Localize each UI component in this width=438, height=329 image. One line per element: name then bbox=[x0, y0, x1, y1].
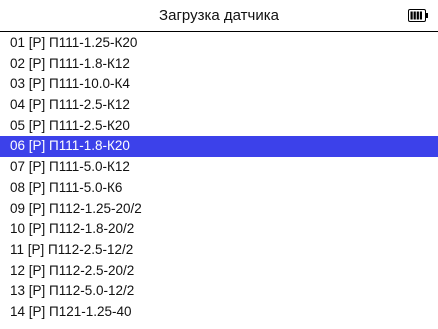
sensor-list: 01 [P] П111-1.25-К20 02 [P] П111-1.8-К12… bbox=[0, 33, 438, 323]
list-item[interactable]: 08 [P] П111-5.0-К6 bbox=[0, 178, 438, 199]
list-item[interactable]: 14 [P] П121-1.25-40 bbox=[0, 302, 438, 323]
list-item[interactable]: 05 [P] П111-2.5-К20 bbox=[0, 116, 438, 137]
list-item[interactable]: 04 [P] П111-2.5-К12 bbox=[0, 95, 438, 116]
list-item[interactable]: 09 [P] П112-1.25-20/2 bbox=[0, 199, 438, 220]
sensor-load-screen: Загрузка датчика 01 [P] П111-1.25-К20 02… bbox=[0, 0, 438, 329]
list-item[interactable]: 11 [P] П112-2.5-12/2 bbox=[0, 240, 438, 261]
screen-title: Загрузка датчика bbox=[159, 7, 279, 24]
battery-full-icon bbox=[408, 9, 428, 22]
list-item[interactable]: 07 [P] П111-5.0-К12 bbox=[0, 157, 438, 178]
list-item[interactable]: 01 [P] П111-1.25-К20 bbox=[0, 33, 438, 54]
list-item-selected[interactable]: 06 [P] П111-1.8-К20 bbox=[0, 136, 438, 158]
list-item[interactable]: 03 [P] П111-10.0-К4 bbox=[0, 74, 438, 95]
list-item[interactable]: 10 [P] П112-1.8-20/2 bbox=[0, 219, 438, 240]
list-item[interactable]: 12 [P] П112-2.5-20/2 bbox=[0, 261, 438, 282]
list-item[interactable]: 13 [P] П112-5.0-12/2 bbox=[0, 281, 438, 302]
title-bar: Загрузка датчика bbox=[0, 0, 438, 32]
list-item[interactable]: 02 [P] П111-1.8-К12 bbox=[0, 54, 438, 75]
